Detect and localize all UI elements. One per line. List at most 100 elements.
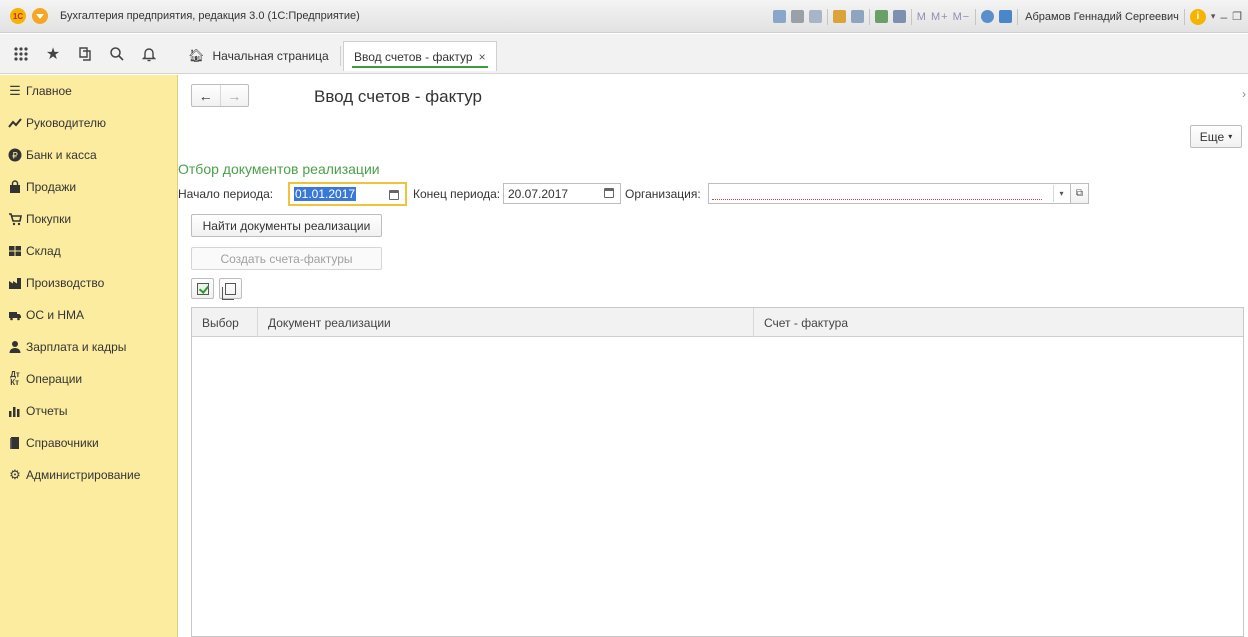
sidebar-item-salary[interactable]: Зарплата и кадры (0, 331, 178, 363)
notification-bell-icon[interactable] (140, 45, 158, 63)
sidebar-item-reports[interactable]: Отчеты (0, 395, 178, 427)
sidebar-item-production[interactable]: Производство (0, 267, 178, 299)
save-icon[interactable] (772, 10, 786, 23)
more-button[interactable]: Еще ▾ (1190, 125, 1242, 148)
toolbar-divider (1017, 8, 1019, 25)
tab-home[interactable]: 🏠︎ Начальная страница (188, 41, 329, 71)
svg-text:₽: ₽ (12, 152, 18, 162)
sidebar-item-label: Отчеты (26, 404, 68, 418)
organization-label: Организация: (625, 187, 701, 201)
tab-divider (340, 46, 341, 66)
calendar-icon[interactable] (892, 10, 906, 23)
documents-table[interactable]: Выбор Документ реализации Счет - фактура (191, 307, 1244, 637)
folder-icon[interactable] (850, 10, 864, 23)
period-start-field[interactable]: 01.01.2017 (288, 182, 407, 206)
main-menu-button[interactable] (32, 8, 48, 24)
sidebar-item-administration[interactable]: ⚙ Администрирование (0, 459, 178, 491)
panels-icon[interactable] (999, 10, 1013, 23)
calculator-icon[interactable] (874, 10, 888, 23)
period-start-label: Начало периода: (178, 187, 274, 201)
sidebar-item-label: Администрирование (26, 468, 141, 482)
title-bar: 1С Бухгалтерия предприятия, редакция 3.0… (0, 0, 1248, 33)
period-end-value: 20.07.2017 (508, 186, 569, 201)
window-title: Бухгалтерия предприятия, редакция 3.0 (1… (60, 10, 360, 22)
sidebar-item-purchases[interactable]: Покупки (0, 203, 178, 235)
tab-invoice-entry-label: Ввод счетов - фактур (354, 49, 473, 64)
shopping-bag-icon (8, 180, 22, 194)
find-sales-docs-button[interactable]: Найти документы реализации (191, 214, 382, 237)
sidebar-item-label: Операции (26, 372, 83, 386)
create-invoices-button[interactable]: Создать счета-фактуры (191, 247, 382, 270)
ruble-coin-icon: ₽ (8, 148, 22, 162)
uncheck-all-icon (222, 282, 236, 300)
calendar-icon[interactable] (604, 188, 614, 198)
close-tab-icon[interactable]: × (479, 50, 486, 64)
sidebar-item-label: Руководителю (26, 116, 107, 130)
history-icon[interactable] (76, 45, 94, 63)
person-icon (8, 340, 22, 354)
search-icon[interactable] (108, 45, 126, 63)
toolbar-divider (910, 8, 912, 25)
title-toolbar: M M+ M− Абрамов Геннадий Сергеевич i ▾ –… (772, 0, 1242, 33)
chevron-down-icon: ▾ (1228, 132, 1233, 141)
forward-button[interactable]: → (219, 85, 249, 106)
sidebar-item-fixed-assets[interactable]: ОС и НМА (0, 299, 178, 331)
navigation-buttons: ← → (191, 84, 249, 107)
column-header-invoice[interactable]: Счет - фактура (754, 308, 1245, 337)
cart-icon (8, 212, 22, 226)
menu-icon: ☰ (9, 83, 21, 98)
organization-dropdown-button[interactable]: ▾ (1053, 185, 1069, 202)
sidebar-item-management[interactable]: Руководителю (0, 107, 178, 139)
sidebar-item-catalogs[interactable]: Справочники (0, 427, 178, 459)
preview-icon[interactable] (808, 10, 822, 23)
minimize-icon[interactable]: – (1220, 10, 1227, 24)
check-all-icon (196, 282, 209, 295)
grid-menu-icon[interactable] (12, 45, 30, 63)
toolbar-divider (1183, 8, 1185, 25)
sidebar-item-label: Покупки (26, 212, 72, 226)
sidebar-item-main[interactable]: ☰ Главное (0, 75, 178, 107)
print-icon[interactable] (790, 10, 804, 23)
sidebar-item-operations[interactable]: Дт Кт Операции (0, 363, 178, 395)
tab-invoice-entry[interactable]: Ввод счетов - фактур × (343, 41, 497, 71)
restore-icon[interactable]: ❐ (1232, 10, 1242, 23)
organization-field[interactable] (708, 183, 1071, 204)
zoom-icon[interactable] (981, 10, 995, 23)
period-end-field[interactable]: 20.07.2017 (503, 183, 621, 204)
sidebar-item-label: Зарплата и кадры (26, 340, 127, 354)
truck-icon (8, 308, 22, 322)
quick-panel: ★ (0, 34, 178, 74)
sidebar-item-label: Главное (26, 84, 72, 98)
sidebar-item-warehouse[interactable]: Склад (0, 235, 178, 267)
chevron-down-icon[interactable]: ▾ (1211, 11, 1216, 22)
sidebar-item-bank[interactable]: ₽ Банк и касса (0, 139, 178, 171)
filter-section-title: Отбор документов реализации (178, 161, 380, 177)
more-button-label: Еще (1199, 129, 1225, 144)
open-organization-button[interactable]: ⧉ (1070, 183, 1089, 204)
chart-line-icon (8, 116, 22, 130)
page-title: Ввод счетов - фактур (314, 87, 482, 106)
gear-icon: ⚙ (9, 467, 21, 482)
period-end-label: Конец периода: (413, 187, 501, 201)
tab-home-label: Начальная страница (212, 49, 329, 63)
home-icon: 🏠︎ (188, 48, 205, 63)
factory-icon (8, 276, 22, 290)
check-all-button[interactable] (191, 278, 214, 299)
favorites-star-icon[interactable]: ★ (44, 45, 62, 63)
app-logo-icon[interactable]: 1С (10, 8, 26, 24)
sidebar-item-label: Склад (26, 244, 61, 258)
info-icon[interactable]: i (1189, 8, 1206, 25)
column-header-sales-document[interactable]: Документ реализации (258, 308, 754, 337)
chevron-right-icon[interactable]: › (1242, 87, 1246, 101)
back-button[interactable]: ← (192, 85, 220, 106)
current-user[interactable]: Абрамов Геннадий Сергеевич (1025, 11, 1179, 23)
column-header-select[interactable]: Выбор (192, 308, 258, 337)
toolbar-divider (975, 8, 977, 25)
attach-icon[interactable] (832, 10, 846, 23)
calendar-icon[interactable] (389, 190, 399, 200)
dt-kt-icon: Дт Кт (10, 370, 20, 387)
sidebar-item-sales[interactable]: Продажи (0, 171, 178, 203)
memory-buttons[interactable]: M M+ M− (917, 11, 970, 23)
uncheck-all-button[interactable] (219, 278, 242, 300)
tabs-bar: 🏠︎ Начальная страница Ввод счетов - факт… (178, 34, 1248, 74)
